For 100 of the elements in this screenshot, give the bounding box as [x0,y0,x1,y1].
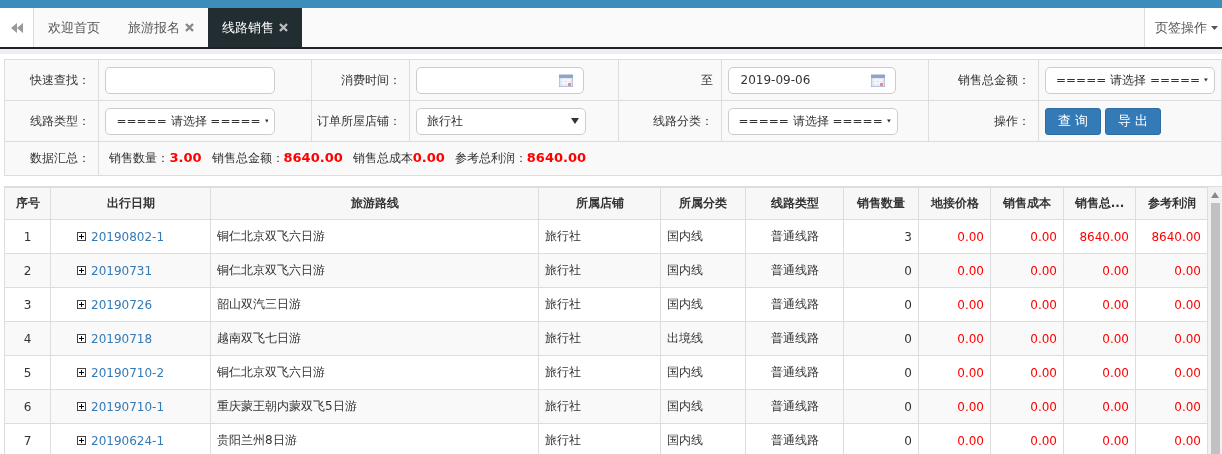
field-label: 操作： [994,113,1030,128]
table-cell: 6 [4,389,51,424]
table-cell: 2 [4,253,51,288]
select-field[interactable]: ===== 请选择 ===== [1045,66,1215,94]
table-cell: 国内线 [660,287,746,322]
table-cell: 3 [843,219,919,254]
field-label: 订单所屋店铺： [317,113,402,128]
table-cell: 0.00 [990,219,1064,254]
table-cell: 0.00 [918,321,991,356]
table-cell: 越南双飞七日游 [210,321,539,356]
table-cell: 0.00 [918,355,991,390]
date-field[interactable]: 2019-09-06 [727,66,896,94]
table-cell: 7 [4,423,51,454]
table-cell: 0.00 [990,321,1064,356]
table-cell: 0 [843,287,919,322]
table-cell: 出境线 [660,321,746,356]
column-header[interactable]: 所属店铺 [538,187,661,220]
date-link[interactable]: 20190802-1 [91,229,165,244]
field-label: 消费时间： [341,72,402,87]
date-link[interactable]: 20190710-2 [91,365,165,380]
table-cell: 旅行社 [538,287,661,322]
table-cell: 旅行社 [538,321,661,356]
column-header[interactable]: 销售总... [1063,187,1136,220]
date-link[interactable]: 20190731 [91,263,153,278]
tab[interactable]: 旅游报名 [114,8,208,47]
summary-value: 8640.00 [283,150,343,165]
table-cell: 国内线 [660,355,746,390]
table-cell: 0.00 [1063,253,1136,288]
table-cell: 普通线路 [745,355,844,390]
table-cell: 铜仁北京双飞六日游 [210,253,539,288]
column-header[interactable]: 所属分类 [660,187,746,220]
table-cell: 0.00 [1135,321,1208,356]
column-header[interactable]: 线路类型 [745,187,844,220]
table-cell: 0.00 [1063,287,1136,322]
table-cell: 0.00 [1135,355,1208,390]
table-cell: 8640.00 [1063,219,1136,254]
table-cell: 1 [4,219,51,254]
summary-label: 参考总利润： [454,151,527,165]
field-label: 数据汇总： [30,151,91,165]
tab[interactable]: 线路销售 [208,8,302,47]
table-cell: 3 [4,287,51,322]
table-cell: 韶山双汽三日游 [210,287,539,322]
table-cell: 0.00 [918,287,991,322]
tab-menu-button[interactable]: 页签操作 [1144,8,1222,47]
table-cell: 旅行社 [538,355,661,390]
table-cell: 0.00 [990,287,1064,322]
table-cell: 普通线路 [745,389,844,424]
column-header[interactable]: 销售成本 [990,187,1064,220]
table-cell: 国内线 [660,219,746,254]
select-field[interactable]: 旅行社 [416,107,587,135]
column-header[interactable]: 销售数量 [843,187,919,220]
export-button[interactable]: 导 出 [1105,107,1162,135]
date-link[interactable]: 20190718 [91,331,153,346]
table-cell: 0.00 [1135,253,1208,288]
field-label: 线路分类： [652,113,713,128]
table-cell: 0 [843,355,919,390]
field-label: 销售总金额： [958,72,1030,87]
table-cell: 0 [843,253,919,288]
select-field[interactable]: ===== 请选择 ===== [727,107,898,135]
field-label: 快速查找： [30,72,91,87]
field-label: 线路类型： [30,113,91,128]
tab[interactable]: 欢迎首页 [34,8,114,47]
summary-label: 销售总成本 [352,151,413,165]
table-cell: 国内线 [660,389,746,424]
column-header[interactable]: 地接价格 [918,187,991,220]
table-cell: 旅行社 [538,253,661,288]
table-cell: 0.00 [990,355,1064,390]
table-cell: 0.00 [918,253,991,288]
date-link[interactable]: 20190726 [91,297,153,312]
summary-value: 3.00 [169,150,202,165]
column-header[interactable]: 出行日期 [50,187,211,220]
date-link[interactable]: 20190710-1 [91,399,165,414]
table-cell: 0 [843,389,919,424]
table-cell: 0.00 [990,253,1064,288]
table-cell: 0.00 [1063,355,1136,390]
column-header[interactable]: 旅游路线 [210,187,539,220]
summary-value: 0.00 [412,150,445,165]
table-cell: 5 [4,355,51,390]
table-cell: 0.00 [990,389,1064,424]
table-cell: 铜仁北京双飞六日游 [210,355,539,390]
select-field[interactable]: ===== 请选择 ===== [105,107,276,135]
table-cell: 普通线路 [745,321,844,356]
table-cell: 普通线路 [745,219,844,254]
table-cell: 国内线 [660,253,746,288]
table-cell: 0.00 [1063,321,1136,356]
table-cell: 0.00 [1135,389,1208,424]
query-button[interactable]: 查 询 [1045,107,1102,135]
column-header[interactable]: 序号 [4,187,51,220]
field-label: 至 [700,72,713,87]
table-cell: 8640.00 [1135,219,1208,254]
table-cell: 0.00 [1063,389,1136,424]
table-cell: 旅行社 [538,219,661,254]
column-header[interactable]: 参考利润 [1135,187,1208,220]
table-cell: 4 [4,321,51,356]
table-cell: 重庆蒙王朝内蒙双飞5日游 [210,389,539,424]
table-cell: 旅行社 [538,389,661,424]
table-cell: 0.00 [1135,287,1208,322]
summary-label: 销售总金额： [211,151,284,165]
table-cell: 铜仁北京双飞六日游 [210,219,539,254]
table-cell: 0 [843,321,919,356]
